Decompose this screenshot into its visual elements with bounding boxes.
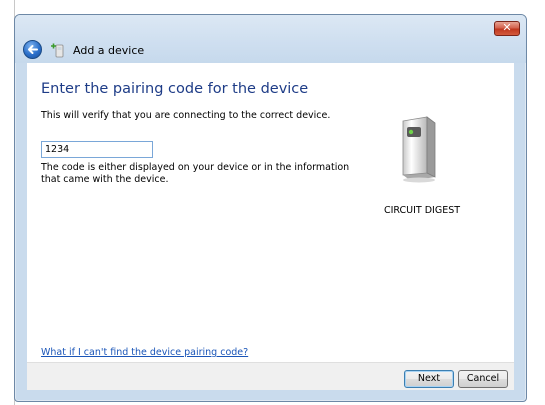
close-icon: ✕ — [502, 21, 512, 34]
background-window-edge — [0, 0, 15, 405]
device-tower-icon — [402, 116, 436, 183]
back-button[interactable] — [23, 40, 42, 59]
add-device-icon — [51, 43, 64, 58]
pairing-code-hint: The code is either displayed on your dev… — [41, 162, 350, 185]
pairing-code-input[interactable] — [41, 141, 153, 158]
window-title: Add a device — [73, 44, 145, 57]
page-heading: Enter the pairing code for the device — [41, 81, 309, 97]
wizard-footer: Next Cancel — [27, 362, 514, 390]
pairing-code-help-link[interactable]: What if I can't find the device pairing … — [41, 347, 248, 358]
cancel-button[interactable]: Cancel — [458, 370, 508, 388]
title-bar: ✕ Add a device — [15, 15, 526, 63]
add-device-window: ✕ Add a device Enter the pairing code fo… — [14, 14, 527, 402]
close-button[interactable]: ✕ — [494, 21, 520, 36]
next-button[interactable]: Next — [404, 370, 454, 388]
device-name: CIRCUIT DIGEST — [383, 205, 461, 216]
wizard-content: Enter the pairing code for the device Th… — [27, 63, 514, 362]
page-description: This will verify that you are connecting… — [41, 110, 331, 121]
back-arrow-icon — [28, 45, 38, 54]
